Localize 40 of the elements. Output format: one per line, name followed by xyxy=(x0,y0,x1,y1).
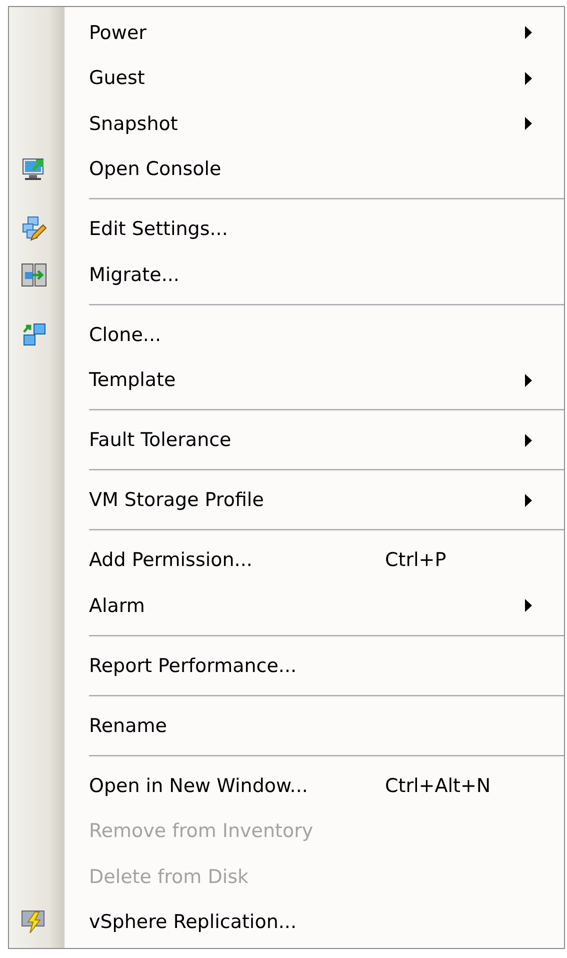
menu-item[interactable]: Open in New Window... Ctrl+Alt+N xyxy=(9,763,564,808)
menu-item-label: Rename xyxy=(89,714,168,737)
menu-item-label: VM Storage Profile xyxy=(89,489,265,512)
menu-item-label: vSphere Replication... xyxy=(89,911,298,934)
menu-item-label: Delete from Disk xyxy=(89,866,250,888)
menu-item[interactable]: Template xyxy=(9,358,564,403)
menu-item-label: Fault Tolerance xyxy=(89,429,232,452)
menu-item[interactable]: VM Storage Profile xyxy=(9,478,564,523)
menu-item-label: Remove from Inventory xyxy=(89,820,314,842)
lightning-icon xyxy=(21,909,47,936)
menu-item-label: Report Performance... xyxy=(89,654,298,677)
menu-item[interactable]: Edit Settings... xyxy=(9,206,564,252)
pencil-icon xyxy=(21,216,47,242)
shortcut-text: Ctrl+Alt+N xyxy=(385,774,491,797)
menu-item-label: Edit Settings... xyxy=(89,218,229,240)
menu-item-label: Clone... xyxy=(89,324,162,346)
menu-item[interactable]: vSphere Replication... xyxy=(9,900,564,945)
menu-item[interactable]: Power xyxy=(9,10,564,56)
menu-item-label: Open in New Window... xyxy=(89,774,309,797)
menu-item[interactable]: Migrate... xyxy=(9,252,564,298)
copy-boxes-icon xyxy=(21,322,47,348)
menu-item[interactable]: Clone... xyxy=(9,312,564,358)
menu-item[interactable]: Open Console xyxy=(9,146,564,192)
menu-item[interactable]: Snapshot xyxy=(9,101,564,146)
menu-item-label: Open Console xyxy=(89,158,222,180)
menu-item-label: Power xyxy=(89,22,148,44)
menu-item-label: Migrate... xyxy=(89,264,180,286)
menu-item-label: Alarm xyxy=(89,594,146,617)
menu-item[interactable]: Fault Tolerance xyxy=(9,418,564,463)
menu-item[interactable]: Alarm xyxy=(9,583,564,628)
menu-item[interactable]: Guest xyxy=(9,56,564,101)
shortcut-text: Ctrl+P xyxy=(385,549,446,572)
menu-item-label: Add Permission... xyxy=(89,549,254,572)
menu-item-label: Template xyxy=(89,369,177,392)
menu-item[interactable]: Report Performance... xyxy=(9,643,564,688)
menu-item[interactable]: Rename xyxy=(9,703,564,748)
menu-item[interactable]: Add Permission... Ctrl+P xyxy=(9,538,564,583)
menu-item-label: Guest xyxy=(89,67,146,90)
menu-item-label: Snapshot xyxy=(89,112,179,135)
server-arrow-icon xyxy=(21,262,47,288)
